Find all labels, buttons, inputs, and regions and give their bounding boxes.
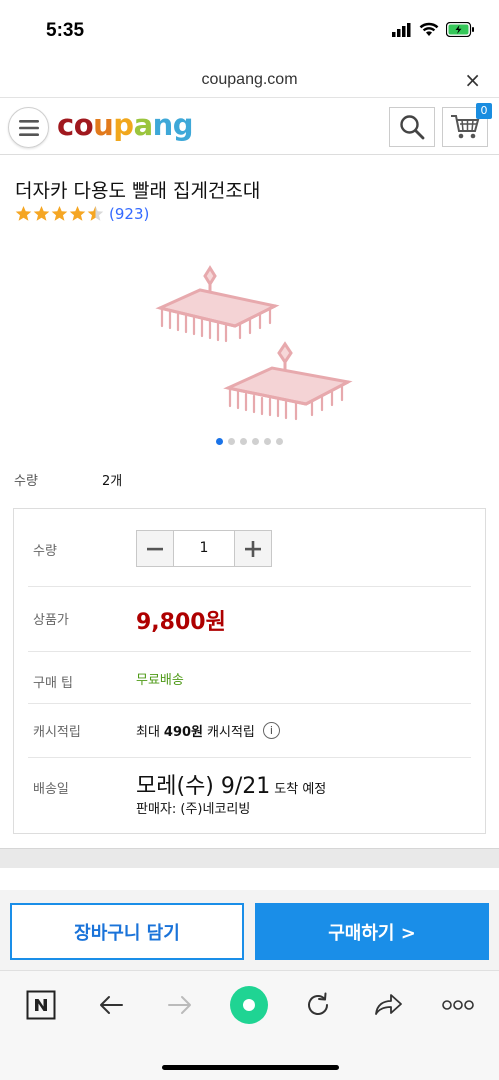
home-indicator	[162, 1065, 339, 1070]
product-title: 더자카 다용도 빨래 집게건조대	[15, 180, 261, 202]
hanger-illustration-front	[223, 341, 353, 421]
quantity-summary-label: 수량	[14, 474, 38, 489]
quantity-summary-value: 2개	[102, 474, 123, 489]
product-image[interactable]	[140, 248, 360, 428]
carousel-dot[interactable]	[216, 438, 223, 445]
close-icon[interactable]: ×	[464, 68, 481, 92]
naver-home-button[interactable]	[21, 985, 61, 1025]
option-row-quantity: 수량 1	[28, 509, 471, 587]
free-shipping-text: 무료배송	[136, 673, 184, 688]
quantity-input[interactable]: 1	[174, 531, 234, 566]
naver-n-icon	[26, 990, 56, 1020]
delivery-suffix: 도착 예정	[274, 782, 327, 797]
image-carousel-dots[interactable]	[0, 438, 499, 445]
seller-info: 판매자: (주)네코리빙	[136, 802, 251, 817]
refresh-button[interactable]	[298, 985, 338, 1025]
more-dots-icon	[442, 1000, 474, 1010]
star-rating-icon	[15, 206, 104, 221]
logo-letter: g	[172, 108, 194, 142]
cash-prefix: 최대	[136, 725, 160, 740]
search-icon	[400, 115, 425, 140]
carousel-dot[interactable]	[264, 438, 271, 445]
purchase-bar: 장바구니 담기 구매하기 >	[0, 890, 499, 970]
search-button[interactable]	[389, 107, 435, 147]
decrease-button[interactable]	[137, 531, 174, 566]
product-rating[interactable]: (923)	[15, 205, 149, 223]
share-button[interactable]	[368, 985, 408, 1025]
logo-letter: p	[113, 108, 134, 142]
carousel-dot[interactable]	[252, 438, 259, 445]
refresh-icon	[308, 992, 328, 1015]
option-row-price: 상품가 9,800원	[28, 587, 471, 652]
tip-label: 구매 팁	[33, 676, 74, 691]
carousel-dot[interactable]	[276, 438, 283, 445]
cart-count-badge: 0	[476, 103, 492, 119]
cash-label: 캐시적립	[33, 725, 81, 740]
status-icons	[392, 22, 475, 37]
plus-icon	[245, 540, 261, 557]
add-to-cart-button[interactable]: 장바구니 담기	[10, 903, 244, 960]
green-dot-icon	[230, 986, 268, 1024]
product-price: 9,800원	[136, 610, 226, 635]
signal-icon	[392, 22, 411, 37]
hanger-illustration-back	[155, 265, 280, 343]
carousel-dot[interactable]	[240, 438, 247, 445]
quantity-label: 수량	[33, 544, 57, 559]
arrow-left-icon	[100, 996, 123, 1014]
option-row-tip: 구매 팁 무료배송	[28, 652, 471, 704]
cash-suffix: 캐시적립	[207, 725, 255, 740]
url-text[interactable]: coupang.com	[0, 71, 499, 89]
purchase-options-box: 수량 1 상품가 9,800원 구매 팁 무료배송 캐시적립 최대 490원 캐…	[13, 508, 486, 834]
option-row-delivery: 배송일 모레(수) 9/21 도착 예정 판매자: (주)네코리빙	[28, 758, 471, 834]
delivery-estimate: 모레(수) 9/21 도착 예정	[136, 768, 326, 800]
share-arrow-icon	[375, 994, 402, 1015]
quantity-summary: 수량 2개	[14, 470, 122, 489]
logo-letter: o	[73, 108, 94, 142]
carousel-dot[interactable]	[228, 438, 235, 445]
delivery-date: 모레(수) 9/21	[136, 774, 271, 799]
price-label: 상품가	[33, 613, 69, 628]
logo-letter: a	[133, 108, 154, 142]
browser-url-bar[interactable]: coupang.com ×	[0, 62, 499, 98]
logo-letter: u	[93, 108, 114, 142]
battery-icon	[446, 22, 474, 37]
cash-reward: 최대 490원 캐시적립 i	[136, 721, 280, 740]
green-dot-button[interactable]	[229, 985, 269, 1025]
status-bar: 5:35	[0, 0, 499, 62]
buy-now-button[interactable]: 구매하기 >	[255, 903, 489, 960]
arrow-right-icon	[168, 996, 191, 1014]
status-time: 5:35	[46, 20, 85, 41]
more-button[interactable]	[438, 985, 478, 1025]
section-divider	[0, 848, 499, 868]
browser-toolbar	[0, 970, 499, 1080]
logo-letter: c	[57, 108, 74, 142]
minus-icon	[147, 547, 163, 550]
forward-button[interactable]	[160, 985, 200, 1025]
info-icon[interactable]: i	[262, 722, 280, 739]
site-header: coupang	[0, 99, 499, 155]
coupang-logo[interactable]: coupang	[57, 108, 194, 142]
logo-letter: n	[152, 108, 174, 142]
hamburger-icon	[18, 119, 39, 136]
cash-amount: 490원	[163, 725, 204, 740]
menu-button[interactable]	[8, 107, 49, 148]
increase-button[interactable]	[234, 531, 271, 566]
review-count[interactable]: (923)	[109, 205, 149, 223]
option-row-cash: 캐시적립 최대 490원 캐시적립 i	[28, 704, 471, 758]
back-button[interactable]	[91, 985, 131, 1025]
delivery-label: 배송일	[33, 782, 69, 797]
wifi-icon	[419, 22, 439, 36]
spacer	[0, 868, 499, 890]
quantity-stepper[interactable]: 1	[136, 530, 272, 567]
